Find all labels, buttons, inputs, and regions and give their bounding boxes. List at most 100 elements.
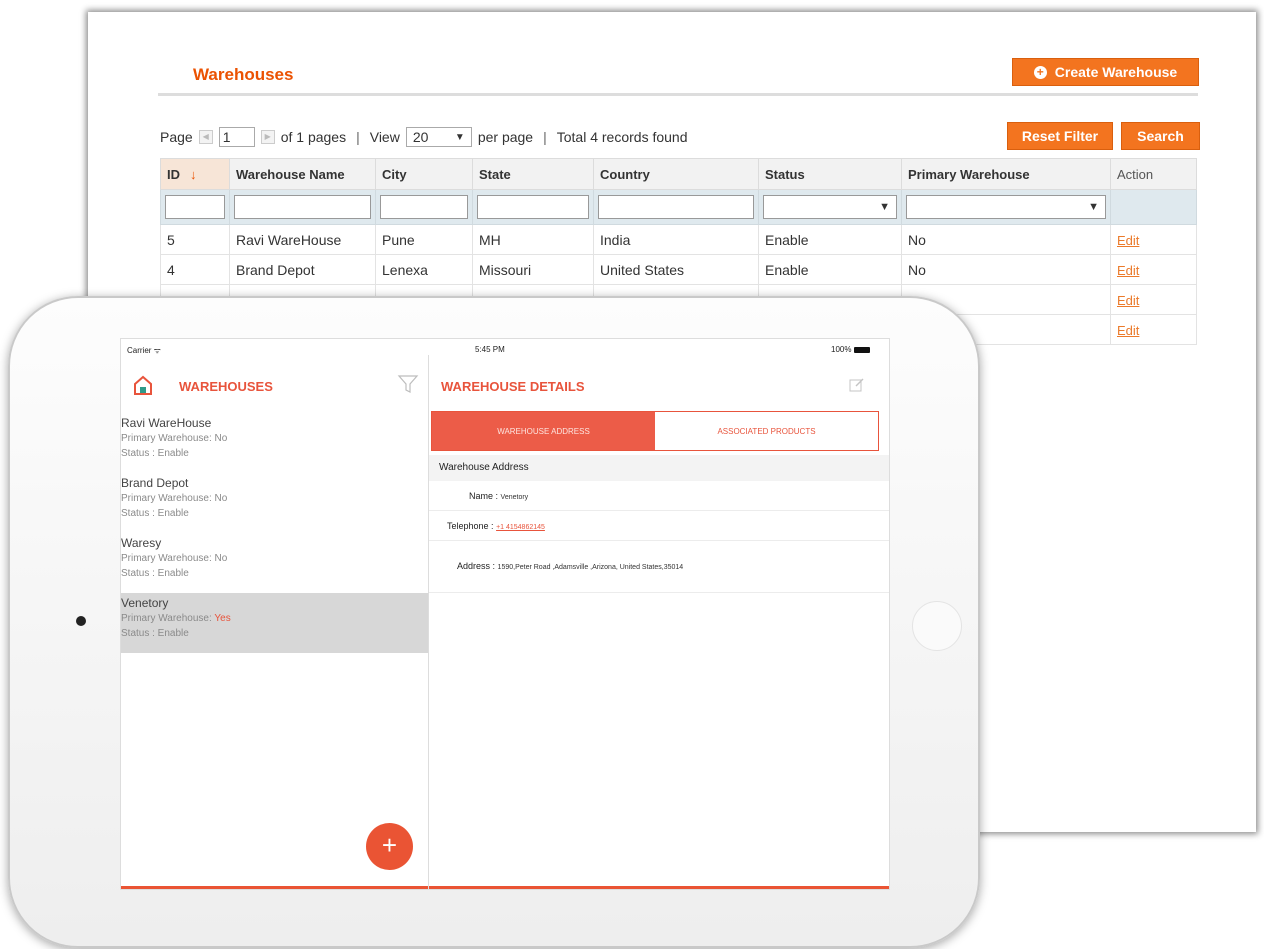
primary-line: Primary Warehouse: No <box>121 431 428 446</box>
detail-title: WAREHOUSE DETAILS <box>441 379 585 394</box>
table-row: 4 Brand Depot Lenexa Missouri United Sta… <box>160 254 1197 285</box>
primary-label: Primary Warehouse: <box>121 613 215 624</box>
name-row: Name : Venetory <box>429 481 889 511</box>
filter-city-input[interactable] <box>380 195 468 219</box>
cell-state: Missouri <box>472 254 594 285</box>
warehouse-list: Ravi WareHouse Primary Warehouse: No Sta… <box>121 413 428 653</box>
address-label: Address : <box>457 561 496 571</box>
dropdown-icon: ▼ <box>454 131 465 143</box>
primary-label: Primary Warehouse: <box>121 493 215 504</box>
clock-text: 5:45 PM <box>475 345 505 354</box>
edit-link[interactable]: Edit <box>1117 293 1139 308</box>
edit-link[interactable]: Edit <box>1117 263 1139 278</box>
cell-primary: No <box>901 224 1111 255</box>
home-button[interactable] <box>912 601 962 651</box>
page-title: Warehouses <box>193 65 294 84</box>
address-row: Address : 1590,Peter Road ,Adamsville ,A… <box>429 541 889 593</box>
list-header: WAREHOUSES <box>121 355 428 407</box>
camera-dot <box>76 616 86 626</box>
warehouse-name: Brand Depot <box>121 476 189 490</box>
col-country[interactable]: Country <box>593 158 759 190</box>
list-item[interactable]: Waresy Primary Warehouse: No Status : En… <box>121 533 428 593</box>
prev-page-icon[interactable]: ◀ <box>198 130 213 144</box>
filter-icon[interactable] <box>397 373 419 395</box>
sort-down-icon: ↓ <box>190 166 197 182</box>
warehouse-detail-pane: WAREHOUSE DETAILS WAREHOUSE ADDRESS ASSO… <box>429 355 889 889</box>
cell-id: 5 <box>160 224 230 255</box>
primary-line: Primary Warehouse: No <box>121 491 428 506</box>
filter-state-input[interactable] <box>477 195 589 219</box>
primary-line: Primary Warehouse: No <box>121 551 428 566</box>
warehouse-name: Ravi WareHouse <box>121 416 212 430</box>
status-bar: Carrier ᯤ 5:45 PM 100% <box>121 339 889 355</box>
per-page-value: 20 <box>412 129 429 145</box>
name-value: Venetory <box>500 494 529 501</box>
primary-value: No <box>214 433 228 444</box>
section-header: Warehouse Address <box>429 455 889 481</box>
cell-city: Lenexa <box>375 254 473 285</box>
filter-id-input[interactable] <box>165 195 225 219</box>
list-item[interactable]: Ravi WareHouse Primary Warehouse: No Sta… <box>121 413 428 473</box>
telephone-link[interactable]: +1 4154862145 <box>496 524 545 531</box>
header-row: ID ↓ Warehouse Name City State Country St… <box>160 158 1197 190</box>
cell-name: Ravi WareHouse <box>229 224 376 255</box>
warehouse-name: Venetory <box>121 596 169 610</box>
battery-icon <box>854 346 871 353</box>
status-line: Status : Enable <box>121 448 189 459</box>
per-page-label: per page <box>477 129 534 145</box>
per-page-select[interactable]: 20 ▼ <box>405 127 472 147</box>
col-id[interactable]: ID ↓ <box>160 158 230 190</box>
cell-status: Enable <box>758 224 902 255</box>
filter-name-input[interactable] <box>234 195 371 219</box>
page-input[interactable]: 1 <box>218 127 255 147</box>
create-warehouse-button[interactable]: + Create Warehouse <box>1012 58 1199 86</box>
primary-label: Primary Warehouse: <box>121 553 215 564</box>
pager-separator: | <box>356 129 360 145</box>
col-state[interactable]: State <box>472 158 594 190</box>
battery-indicator: 100% <box>831 345 871 354</box>
cell-state: MH <box>472 224 594 255</box>
create-warehouse-label: Create Warehouse <box>1054 64 1178 80</box>
tab-associated-products[interactable]: ASSOCIATED PRODUCTS <box>655 412 878 450</box>
cell-country: United States <box>593 254 759 285</box>
col-primary[interactable]: Primary Warehouse <box>901 158 1111 190</box>
primary-label: Primary Warehouse: <box>121 433 215 444</box>
page-label: Page <box>160 129 193 145</box>
edit-icon[interactable] <box>849 377 865 393</box>
col-action: Action <box>1110 158 1197 190</box>
cell-country: India <box>593 224 759 255</box>
edit-link[interactable]: Edit <box>1117 323 1139 338</box>
plus-circle-icon: + <box>1033 65 1047 79</box>
primary-value: No <box>214 493 228 504</box>
list-item-selected[interactable]: Venetory Primary Warehouse: Yes Status :… <box>121 593 428 653</box>
col-city[interactable]: City <box>375 158 473 190</box>
accent-bar <box>429 886 889 889</box>
address-value: 1590,Peter Road ,Adamsville ,Arizona, Un… <box>497 564 684 571</box>
tablet-screen: Carrier ᯤ 5:45 PM 100% WAREHOUSES Ravi W… <box>120 338 890 890</box>
view-label: View <box>369 129 400 145</box>
col-name[interactable]: Warehouse Name <box>229 158 376 190</box>
col-status[interactable]: Status <box>758 158 902 190</box>
next-page-icon[interactable]: ▶ <box>260 130 275 144</box>
table-row: 5 Ravi WareHouse Pune MH India Enable No… <box>160 224 1197 255</box>
pager-separator: | <box>543 129 547 145</box>
warehouse-name: Waresy <box>121 536 162 550</box>
filter-primary-select[interactable]: ▼ <box>906 195 1106 219</box>
filter-country-input[interactable] <box>598 195 754 219</box>
reset-filter-button[interactable]: Reset Filter <box>1007 122 1113 150</box>
dropdown-icon: ▼ <box>1088 201 1099 213</box>
warehouse-logo-icon <box>134 375 152 395</box>
edit-link[interactable]: Edit <box>1117 233 1139 248</box>
list-item[interactable]: Brand Depot Primary Warehouse: No Status… <box>121 473 428 533</box>
add-warehouse-button[interactable]: + <box>366 823 413 870</box>
filter-status-select[interactable]: ▼ <box>763 195 897 219</box>
cell-status: Enable <box>758 254 902 285</box>
tab-warehouse-address[interactable]: WAREHOUSE ADDRESS <box>432 412 655 450</box>
primary-value: Yes <box>214 613 231 624</box>
detail-tabs: WAREHOUSE ADDRESS ASSOCIATED PRODUCTS <box>431 411 879 451</box>
status-line: Status : Enable <box>121 568 189 579</box>
cell-primary: No <box>901 254 1111 285</box>
cell-city: Pune <box>375 224 473 255</box>
search-button[interactable]: Search <box>1121 122 1200 150</box>
total-records-text: Total 4 records found <box>556 129 688 145</box>
